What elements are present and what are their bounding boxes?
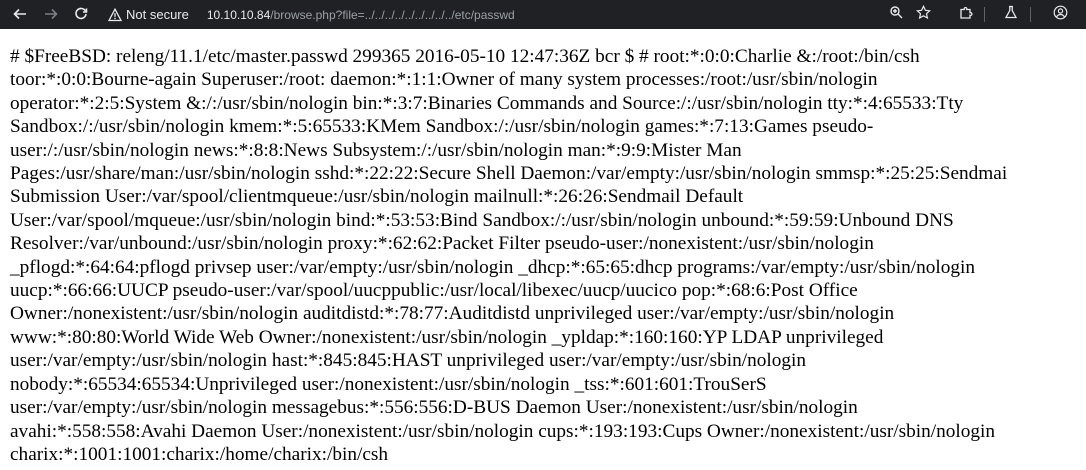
browser-toolbar: Not secure 10.10.10.84/browse.php?file=.… — [0, 0, 1086, 29]
arrow-left-icon — [13, 8, 26, 20]
star-icon — [915, 4, 931, 19]
flask-icon — [1004, 5, 1018, 19]
profile-button[interactable] — [1052, 4, 1068, 20]
passwd-line: uucp:*:66:66:UUCP pseudo-user:/var/spool… — [10, 280, 858, 302]
passwd-line: toor:*:0:0:Bourne-again Superuser:/root:… — [10, 69, 878, 91]
toolbar-separator — [1030, 7, 1031, 22]
forward-button[interactable] — [42, 5, 60, 23]
extensions-button[interactable] — [958, 4, 974, 20]
bookmark-button[interactable] — [915, 4, 931, 20]
security-label: Not secure — [126, 7, 189, 22]
arrow-right-icon — [45, 8, 58, 20]
passwd-line: Sandbox:/:/usr/sbin/nologin kmem:*:5:655… — [10, 116, 874, 138]
passwd-line: user:/var/empty:/usr/sbin/nologin messag… — [10, 397, 858, 419]
passwd-line: avahi:*:558:558:Avahi Daemon User:/nonex… — [10, 420, 996, 442]
passwd-line: nobody:*:65534:65534:Unprivileged user:/… — [10, 373, 767, 395]
passwd-line: _pflogd:*:64:64:pflogd privsep user:/var… — [10, 256, 976, 278]
passwd-line: Pages:/usr/share/man:/usr/sbin/nologin s… — [10, 163, 1008, 185]
warning-icon — [108, 7, 122, 21]
passwd-line: www:*:80:80:World Wide Web Owner:/nonexi… — [10, 326, 884, 348]
back-button[interactable] — [11, 5, 29, 23]
profile-icon — [1053, 5, 1067, 19]
passwd-line: # $FreeBSD: releng/11.1/etc/master.passw… — [10, 46, 920, 67]
security-indicator[interactable]: Not secure — [108, 7, 189, 22]
page-content: # $FreeBSD: releng/11.1/etc/master.passw… — [0, 29, 1086, 466]
url-text: 10.10.10.84/browse.php?file=../../../../… — [207, 8, 515, 22]
passwd-line: Submission User:/var/spool/clientmqueue:… — [10, 186, 744, 208]
labs-button[interactable] — [1003, 4, 1019, 20]
url-host: 10.10.10.84 — [206, 7, 271, 22]
passwd-line: operator:*:2:5:System &:/:/usr/sbin/nolo… — [10, 92, 964, 114]
puzzle-icon — [959, 6, 973, 19]
reload-icon — [75, 7, 88, 20]
zoom-icon — [890, 6, 903, 19]
url-path: /browse.php?file=../../../../../../../..… — [270, 7, 515, 22]
passwd-line: Resolver:/var/unbound:/usr/sbin/nologin … — [10, 233, 874, 255]
address-bar[interactable]: Not secure 10.10.10.84/browse.php?file=.… — [108, 3, 1086, 26]
passwd-line: user:/var/empty:/usr/sbin/nologin hast:*… — [10, 350, 807, 372]
passwd-line: Owner:/nonexistent:/usr/sbin/nologin aud… — [10, 303, 895, 325]
passwd-line: User:/var/spool/mqueue:/usr/sbin/nologin… — [10, 209, 954, 231]
toolbar-separator — [984, 7, 985, 22]
reload-button[interactable] — [72, 5, 90, 23]
zoom-button[interactable] — [888, 4, 904, 20]
passwd-line: user:/:/usr/sbin/nologin news:*:8:8:News… — [10, 139, 742, 161]
passwd-line: charix:*:1001:1001:charix:/home/charix:/… — [10, 443, 389, 465]
